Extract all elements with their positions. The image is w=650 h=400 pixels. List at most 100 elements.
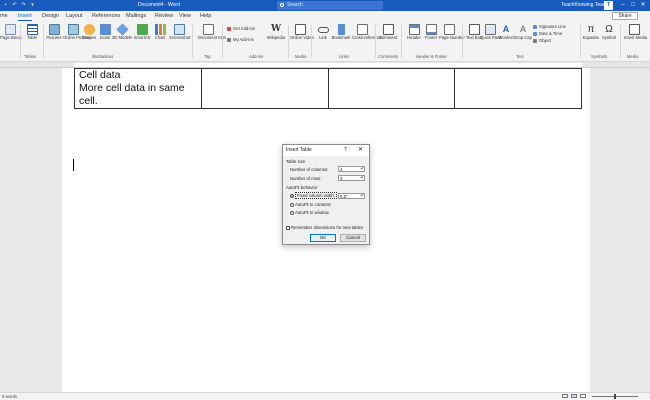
my-addins-button[interactable]: My Add-ins (227, 37, 254, 43)
autofit-contents-label: AutoFit to contents (295, 202, 331, 207)
table-cell[interactable] (327, 68, 456, 109)
pictures-button[interactable]: Pictures (44, 24, 64, 41)
radio-selected-icon (290, 194, 294, 198)
bookmark-button[interactable]: Bookmark (331, 24, 351, 41)
undo-icon[interactable]: ↶ (12, 2, 17, 8)
insert-media-button[interactable]: Insert Media (624, 24, 647, 41)
avatar[interactable]: T (604, 1, 613, 10)
remember-label: Remember dimensions for new tables (291, 225, 364, 230)
table-cell[interactable]: Cell data More cell data in same cell. (74, 68, 202, 109)
spinner-arrows-icon[interactable]: ▴▾ (360, 176, 364, 180)
word-window: ▪ ↶ ↷ ▾ Document4 - Word Search TeachKno… (0, 0, 650, 400)
link-button[interactable]: Link (313, 24, 333, 41)
table-cell[interactable] (454, 68, 582, 109)
divider (462, 25, 463, 58)
group-links: Links (339, 54, 349, 59)
autofit-contents-radio[interactable]: AutoFit to contents (290, 202, 331, 207)
fixed-width-stepper[interactable]: 0.5" ▴▾ (338, 193, 365, 199)
tab-insert[interactable]: Insert (18, 13, 32, 21)
spinner-arrows-icon[interactable]: ▴▾ (360, 194, 364, 198)
zoom-handle[interactable] (614, 394, 616, 399)
cancel-button[interactable]: Cancel (340, 234, 366, 242)
autofit-heading: AutoFit behavior (286, 185, 318, 190)
divider (375, 25, 376, 58)
tab-home[interactable]: me (0, 13, 8, 19)
screenshot-button[interactable]: Screenshot (169, 24, 190, 41)
cell-line: Cell data (79, 69, 121, 81)
view-buttons (562, 394, 586, 398)
table-cell[interactable] (200, 68, 329, 109)
fixed-width-radio[interactable]: Fixed column width: (290, 192, 337, 199)
help-icon[interactable]: ? (344, 147, 347, 153)
save-icon[interactable]: ▪ (3, 2, 8, 8)
ok-button[interactable]: OK (310, 234, 336, 242)
tab-layout[interactable]: Layout (66, 13, 83, 19)
maximize-icon[interactable]: □ (628, 0, 638, 11)
customize-icon[interactable]: ▾ (30, 2, 35, 8)
web-layout-icon[interactable] (580, 394, 586, 398)
group-tables: Tables (24, 54, 37, 59)
cross-reference-icon (356, 24, 368, 35)
text-box-icon (468, 24, 480, 35)
autofit-window-radio[interactable]: AutoFit to window (290, 210, 329, 215)
remember-dimensions-checkbox[interactable]: Remember dimensions for new tables (286, 225, 363, 230)
word-count[interactable]: 9 words (2, 394, 17, 399)
wordart-icon: A (502, 24, 510, 34)
tab-mailings[interactable]: Mailings (126, 13, 146, 19)
table-button[interactable]: Table (22, 24, 42, 41)
cell-line: More cell data in same (79, 82, 185, 94)
header-icon (408, 24, 420, 35)
footer-button[interactable]: Footer (421, 24, 441, 41)
window-controls: – □ ✕ (618, 0, 648, 11)
get-addins-button[interactable]: Get Add-ins (227, 26, 255, 32)
equation-button[interactable]: π Equation (581, 24, 601, 41)
close-icon[interactable]: ✕ (638, 0, 648, 11)
share-button[interactable]: Share (612, 12, 638, 20)
zoom-slider[interactable] (592, 394, 638, 399)
divider (192, 25, 193, 58)
store-icon (227, 27, 231, 31)
quick-parts-icon (484, 24, 496, 35)
page-number-button[interactable]: Page Number (439, 24, 465, 41)
smartart-icon (136, 24, 148, 35)
group-comments: Comments (378, 54, 399, 59)
media-icon (628, 24, 640, 35)
quick-access-toolbar: ▪ ↶ ↷ ▾ (3, 2, 35, 8)
footer-icon (425, 24, 437, 35)
tab-help[interactable]: Help (200, 13, 211, 19)
wikipedia-button[interactable]: W Wikipedia (266, 24, 286, 41)
drop-cap-button[interactable]: A Drop Cap (513, 24, 533, 41)
redo-icon[interactable]: ↷ (21, 2, 26, 8)
group-media: Media (295, 54, 307, 59)
search-box[interactable]: Search (277, 1, 383, 10)
title-bar: ▪ ↶ ↷ ▾ Document4 - Word Search TeachKno… (0, 0, 650, 11)
smartart-button[interactable]: SmartArt (132, 24, 152, 41)
print-layout-icon[interactable] (571, 394, 577, 398)
comment-button[interactable]: Comment (378, 24, 398, 41)
tab-view[interactable]: View (179, 13, 191, 19)
page-number-icon (443, 24, 455, 35)
omega-icon: Ω (605, 24, 613, 35)
minimize-icon[interactable]: – (618, 0, 628, 11)
columns-stepper[interactable]: 4 ▴▾ (338, 166, 365, 172)
document-item-button[interactable]: Document Item (198, 24, 226, 41)
page-break-button[interactable]: Page Break (0, 24, 22, 41)
pi-icon: π (587, 24, 595, 35)
close-icon[interactable]: ✕ (358, 146, 363, 153)
signature-line-button[interactable]: Signature Line (533, 24, 566, 30)
tab-design[interactable]: Design (42, 13, 59, 19)
autofit-window-label: AutoFit to window (295, 210, 329, 215)
3d-models-button[interactable]: 3D Models (112, 23, 132, 41)
read-mode-icon[interactable] (562, 394, 568, 398)
document-table[interactable]: Cell data More cell data in same cell. (74, 68, 582, 109)
tab-review[interactable]: Review (155, 13, 173, 19)
object-button[interactable]: Object (533, 38, 551, 44)
spinner-arrows-icon[interactable]: ▴▾ (360, 167, 364, 171)
rows-stepper[interactable]: 3 ▴▾ (338, 175, 365, 181)
cross-reference-button[interactable]: Cross-reference (352, 24, 382, 41)
tab-references[interactable]: References (92, 13, 120, 19)
online-video-button[interactable]: Online Video (290, 24, 314, 41)
chart-button[interactable]: Chart (150, 24, 170, 41)
date-time-button[interactable]: Date & Time (533, 31, 562, 37)
symbol-button[interactable]: Ω Symbol (599, 24, 619, 41)
